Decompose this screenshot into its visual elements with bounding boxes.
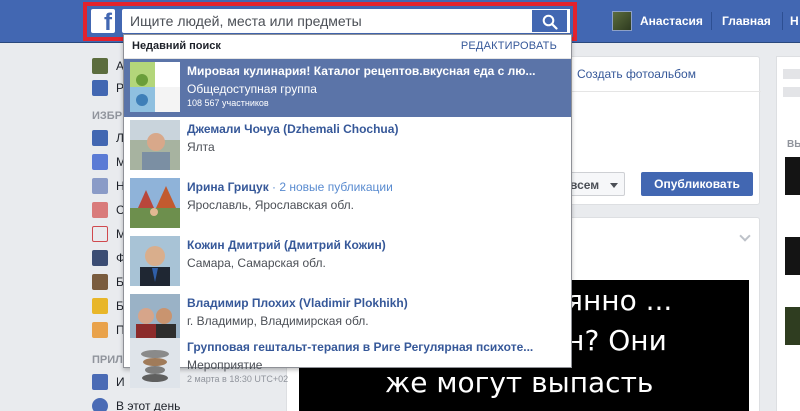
event-thumbnail: [130, 338, 180, 388]
result-subtitle: Мероприятие: [187, 358, 263, 372]
result-subtitle: Ялта: [187, 140, 215, 154]
chart-icon: [92, 154, 108, 170]
result-subtitle: Самара, Самарская обл.: [187, 256, 326, 270]
avatar-icon: [92, 58, 108, 74]
palette-icon: [92, 322, 108, 338]
search-result-item[interactable]: Ирина Грицук · 2 новые публикации Яросла…: [124, 175, 571, 233]
new-posts-badge: · 2 новые публикации: [272, 180, 393, 194]
search-result-item[interactable]: Мировая кулинария! Каталог рецептов.вкус…: [124, 59, 571, 117]
right-section-label: ВЫ: [787, 139, 800, 150]
audience-label: всем: [570, 178, 600, 192]
divider: [711, 12, 712, 30]
video-thumbnail[interactable]: [785, 307, 800, 345]
person-avatar: [130, 120, 180, 170]
result-title: Джемали Чочуа (Dzhemali Chochua): [187, 122, 399, 136]
chat-icon: [92, 202, 108, 218]
pencil-icon: [92, 80, 108, 96]
nav-more-link[interactable]: Н: [790, 14, 799, 28]
result-title: Групповая гештальт-терапия в Риге Регуля…: [187, 340, 534, 354]
profile-avatar[interactable]: [612, 11, 632, 31]
result-name: Ирина Грицук: [187, 180, 269, 194]
grid-icon: [92, 374, 108, 390]
result-meta: 108 567 участников: [187, 98, 269, 108]
search-result-item[interactable]: Джемали Чочуа (Dzhemali Chochua) Ялта: [124, 117, 571, 175]
image-text-line: же могут выпасть: [385, 366, 654, 399]
result-subtitle: г. Владимир, Владимирская обл.: [187, 314, 369, 328]
video-thumbnail[interactable]: [785, 157, 800, 195]
search-result-item[interactable]: Кожин Дмитрий (Дмитрий Кожин) Самара, Са…: [124, 233, 571, 291]
audience-selector[interactable]: всем: [569, 172, 625, 196]
search-result-item[interactable]: Групповая гештальт-терапия в Риге Регуля…: [124, 335, 571, 388]
person-avatar: [130, 178, 180, 228]
profile-name-link[interactable]: Анастасия: [640, 14, 703, 28]
person-avatar: [130, 236, 180, 286]
game-icon: [92, 298, 108, 314]
app-icon: [92, 274, 108, 290]
publish-button[interactable]: Опубликовать: [641, 172, 753, 196]
right-column: ВЫ: [776, 56, 800, 411]
section-heading-favorites: ИЗБР: [92, 110, 123, 122]
people-search-icon: [92, 178, 108, 194]
group-thumbnail: [130, 62, 180, 112]
result-meta: 2 марта в 18:30 UTC+02: [187, 374, 289, 384]
result-title: Владимир Плохих (Vladimir Plokhikh): [187, 296, 408, 310]
dropdown-header: Недавний поиск РЕДАКТИРОВАТЬ: [124, 35, 571, 59]
result-title: Ирина Грицук · 2 новые публикации: [187, 180, 567, 194]
result-title: Мировая кулинария! Каталог рецептов.вкус…: [187, 64, 536, 78]
placeholder-line: [783, 69, 800, 79]
edit-recent-link[interactable]: РЕДАКТИРОВАТЬ: [461, 40, 557, 52]
clock-icon: [92, 398, 108, 411]
divider: [782, 12, 783, 30]
chevron-down-icon[interactable]: [739, 230, 751, 242]
result-subtitle: Ярославль, Ярославская обл.: [187, 198, 355, 212]
create-album-link[interactable]: Создать фотоальбом: [577, 67, 696, 81]
calendar-icon: [92, 226, 108, 242]
home-link[interactable]: Главная: [722, 14, 771, 28]
video-thumbnail[interactable]: [785, 237, 800, 275]
search-suggestions-dropdown: Недавний поиск РЕДАКТИРОВАТЬ Мировая кул…: [123, 34, 572, 388]
sidebar-item-label: И: [116, 375, 125, 389]
sidebar-item-on-this-day[interactable]: В этот день: [88, 396, 268, 411]
section-heading-apps: ПРИЛ: [92, 354, 123, 366]
result-title: Кожин Дмитрий (Дмитрий Кожин): [187, 238, 386, 252]
sidebar-item-label: В этот день: [116, 399, 181, 411]
chevron-down-icon: [610, 183, 618, 188]
news-feed-icon: [92, 130, 108, 146]
placeholder-line: [783, 87, 800, 97]
photo-icon: [92, 250, 108, 266]
result-subtitle: Общедоступная группа: [187, 82, 317, 96]
recent-searches-heading: Недавний поиск: [132, 40, 221, 52]
